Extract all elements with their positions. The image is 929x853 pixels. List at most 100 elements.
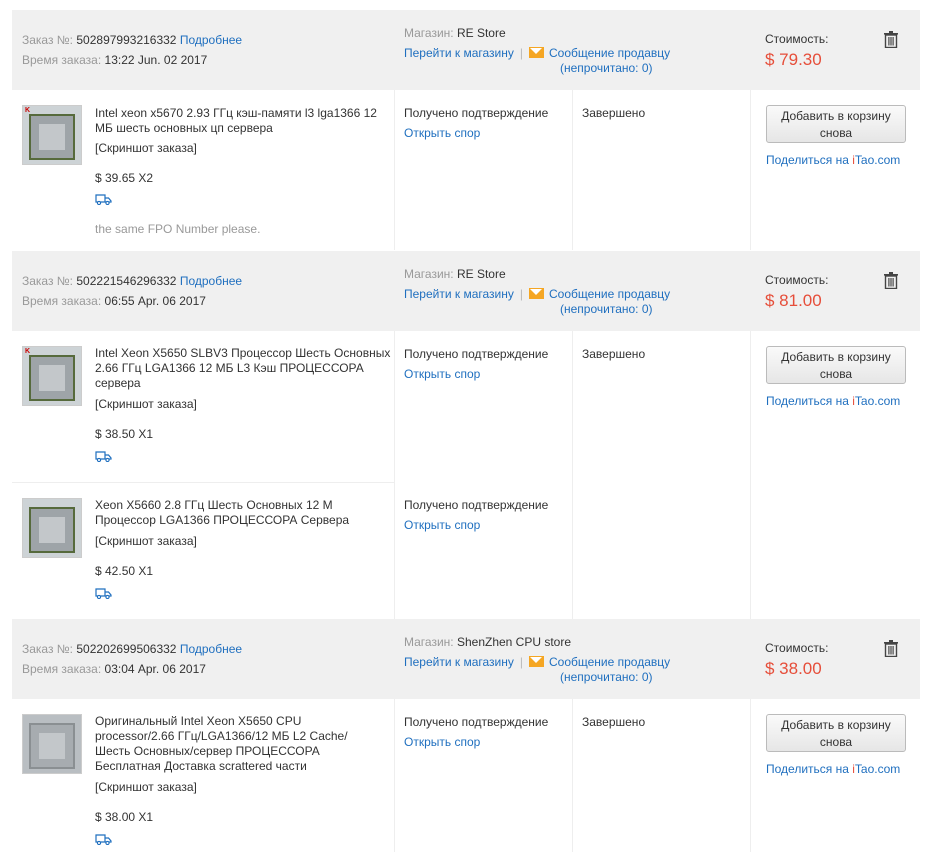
store-name: ShenZhen CPU store <box>456 635 572 649</box>
product-image[interactable]: K <box>22 105 82 165</box>
share-label: Поделиться на <box>766 153 853 167</box>
open-dispute-link[interactable]: Открыть спор <box>404 126 480 140</box>
trash-icon[interactable] <box>884 640 898 657</box>
divider <box>750 90 751 250</box>
order-number: 502897993216332 <box>76 33 177 47</box>
message-seller-link[interactable]: Сообщение продавцу <box>549 655 670 669</box>
open-dispute-link[interactable]: Открыть спор <box>404 367 480 381</box>
confirmation-status: Получено подтверждение <box>404 715 549 729</box>
share-itao-link[interactable]: Поделиться на iTao.com <box>766 762 900 776</box>
unread-count[interactable]: (непрочитано: 0) <box>404 670 670 685</box>
order-time-label: Время заказа: <box>22 662 102 676</box>
divider <box>572 699 573 852</box>
order-details-link[interactable]: Подробнее <box>180 33 242 47</box>
trash-icon[interactable] <box>884 31 898 48</box>
unread-count[interactable]: (непрочитано: 0) <box>404 61 670 76</box>
shipping-truck-icon <box>95 588 112 599</box>
store-line: Магазин: ShenZhen CPU store <box>404 635 571 649</box>
order-time: 03:04 Apr. 06 2017 <box>104 662 206 676</box>
go-to-store-link[interactable]: Перейти к магазину <box>404 46 514 60</box>
order-number-label: Заказ №: <box>22 274 74 288</box>
product-image[interactable] <box>22 714 82 774</box>
product-title[interactable]: Оригинальный Intel Xeon X5650 CPU proces… <box>95 714 365 774</box>
store-label: Магазин: <box>404 26 454 40</box>
store-line: Магазин: RE Store <box>404 267 506 281</box>
store-links: Перейти к магазину | Сообщение продавцу (н… <box>404 655 670 685</box>
go-to-store-link[interactable]: Перейти к магазину <box>404 655 514 669</box>
store-label: Магазин: <box>404 635 454 649</box>
cpu-chip-icon <box>29 507 75 553</box>
order-snapshot-link[interactable]: [Скриншот заказа] <box>95 780 197 794</box>
cpu-chip-icon <box>29 355 75 401</box>
trash-icon[interactable] <box>884 272 898 289</box>
product-title[interactable]: Intel Xeon X5650 SLBV3 Процессор Шесть О… <box>95 346 395 391</box>
cost-label: Стоимость: <box>765 641 829 655</box>
share-brand-tao: Tao.com <box>854 153 901 167</box>
divider <box>394 699 395 852</box>
add-to-cart-again-button[interactable]: Добавить в корзину снова <box>766 714 906 752</box>
open-dispute-link[interactable]: Открыть спор <box>404 518 480 532</box>
order-details-link[interactable]: Подробнее <box>180 642 242 656</box>
order-snapshot-link[interactable]: [Скриншот заказа] <box>95 141 197 155</box>
order-number-label: Заказ №: <box>22 33 74 47</box>
order-header: Заказ №: 502202699506332 Подробнее Время… <box>12 619 920 699</box>
confirmation-status: Получено подтверждение <box>404 347 549 361</box>
order-status: Завершено <box>582 106 646 120</box>
product-image[interactable]: K <box>22 346 82 406</box>
shipping-truck-icon <box>95 194 112 205</box>
divider <box>572 90 573 250</box>
open-dispute-link[interactable]: Открыть спор <box>404 735 480 749</box>
store-links: Перейти к магазину | Сообщение продавцу (н… <box>404 287 670 317</box>
order-time-label: Время заказа: <box>22 294 102 308</box>
product-image[interactable] <box>22 498 82 558</box>
order-number-line: Заказ №: 502897993216332 Подробнее <box>22 33 242 47</box>
product-title[interactable]: Xeon X5660 2.8 ГГц Шесть Основных 12 M П… <box>95 498 395 528</box>
order-snapshot-link[interactable]: [Скриншот заказа] <box>95 397 197 411</box>
mail-icon <box>529 656 544 667</box>
order-header: Заказ №: 502221546296332 Подробнее Время… <box>12 251 920 331</box>
item-price-qty: $ 39.65 X2 <box>95 171 154 185</box>
shipping-truck-icon <box>95 451 112 462</box>
add-to-cart-again-button[interactable]: Добавить в корзину снова <box>766 105 906 143</box>
shipping-truck-icon <box>95 834 112 845</box>
order-time-label: Время заказа: <box>22 53 102 67</box>
divider <box>572 331 573 619</box>
item-price-qty: $ 38.00 X1 <box>95 810 154 824</box>
order-time-line: Время заказа: 06:55 Apr. 06 2017 <box>22 294 206 308</box>
order-header: Заказ №: 502897993216332 Подробнее Время… <box>12 10 920 90</box>
order-status: Завершено <box>582 347 646 361</box>
share-label: Поделиться на <box>766 762 853 776</box>
divider: | <box>519 655 523 669</box>
order-time-line: Время заказа: 13:22 Jun. 02 2017 <box>22 53 207 67</box>
store-label: Магазин: <box>404 267 454 281</box>
order-details-link[interactable]: Подробнее <box>180 274 242 288</box>
store-line: Магазин: RE Store <box>404 26 506 40</box>
order-status: Завершено <box>582 715 646 729</box>
order-time: 13:22 Jun. 02 2017 <box>104 53 208 67</box>
order-item-group: K Intel Xeon X5650 SLBV3 Процессор Шесть… <box>12 331 920 620</box>
item-price-qty: $ 42.50 X1 <box>95 564 154 578</box>
divider: | <box>519 287 523 301</box>
buyer-note: the same FPO Number please. <box>95 222 261 236</box>
cpu-chip-icon <box>29 723 75 769</box>
order-item: K Intel xeon x5670 2.93 ГГц кэш-памяти l… <box>12 90 920 251</box>
store-name: RE Store <box>456 267 506 281</box>
share-itao-link[interactable]: Поделиться на iTao.com <box>766 153 900 167</box>
message-seller-link[interactable]: Сообщение продавцу <box>549 46 670 60</box>
divider <box>750 699 751 852</box>
share-itao-link[interactable]: Поделиться на iTao.com <box>766 394 900 408</box>
order-snapshot-link[interactable]: [Скриншот заказа] <box>95 534 197 548</box>
product-title[interactable]: Intel xeon x5670 2.93 ГГц кэш-памяти l3 … <box>95 106 395 136</box>
confirmation-status: Получено подтверждение <box>404 106 549 120</box>
order-number-line: Заказ №: 502221546296332 Подробнее <box>22 274 242 288</box>
cost-label: Стоимость: <box>765 32 829 46</box>
share-brand-tao: Tao.com <box>854 394 901 408</box>
message-seller-link[interactable]: Сообщение продавцу <box>549 287 670 301</box>
item-price-qty: $ 38.50 X1 <box>95 427 154 441</box>
add-to-cart-again-button[interactable]: Добавить в корзину снова <box>766 346 906 384</box>
go-to-store-link[interactable]: Перейти к магазину <box>404 287 514 301</box>
mail-icon <box>529 47 544 58</box>
share-brand-tao: Tao.com <box>854 762 901 776</box>
order-cost: $ 81.00 <box>765 291 822 310</box>
unread-count[interactable]: (непрочитано: 0) <box>404 302 670 317</box>
